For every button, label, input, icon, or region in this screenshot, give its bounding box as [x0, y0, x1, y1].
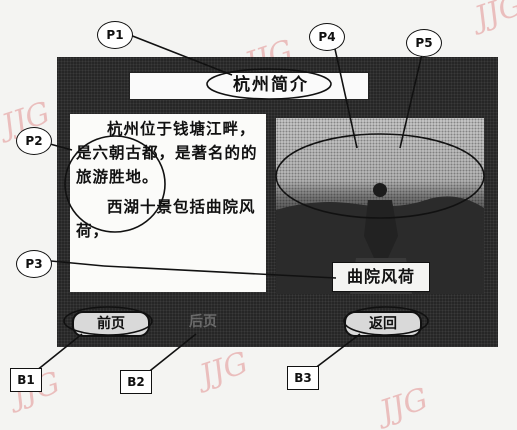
callout-p4: P4	[309, 23, 345, 51]
callout-b3: B3	[287, 366, 319, 390]
diagram-stage: JJG JJG JJG JJG JJG JJG 杭州简介 杭州位于钱塘江畔，是六…	[0, 0, 517, 430]
callout-lines	[35, 34, 485, 375]
callout-p2: P2	[16, 127, 52, 155]
callout-b2: B2	[120, 370, 152, 394]
callout-p3: P3	[16, 250, 52, 278]
callout-b1: B1	[10, 368, 42, 392]
callout-p1: P1	[97, 21, 133, 49]
callout-p5: P5	[406, 29, 442, 57]
